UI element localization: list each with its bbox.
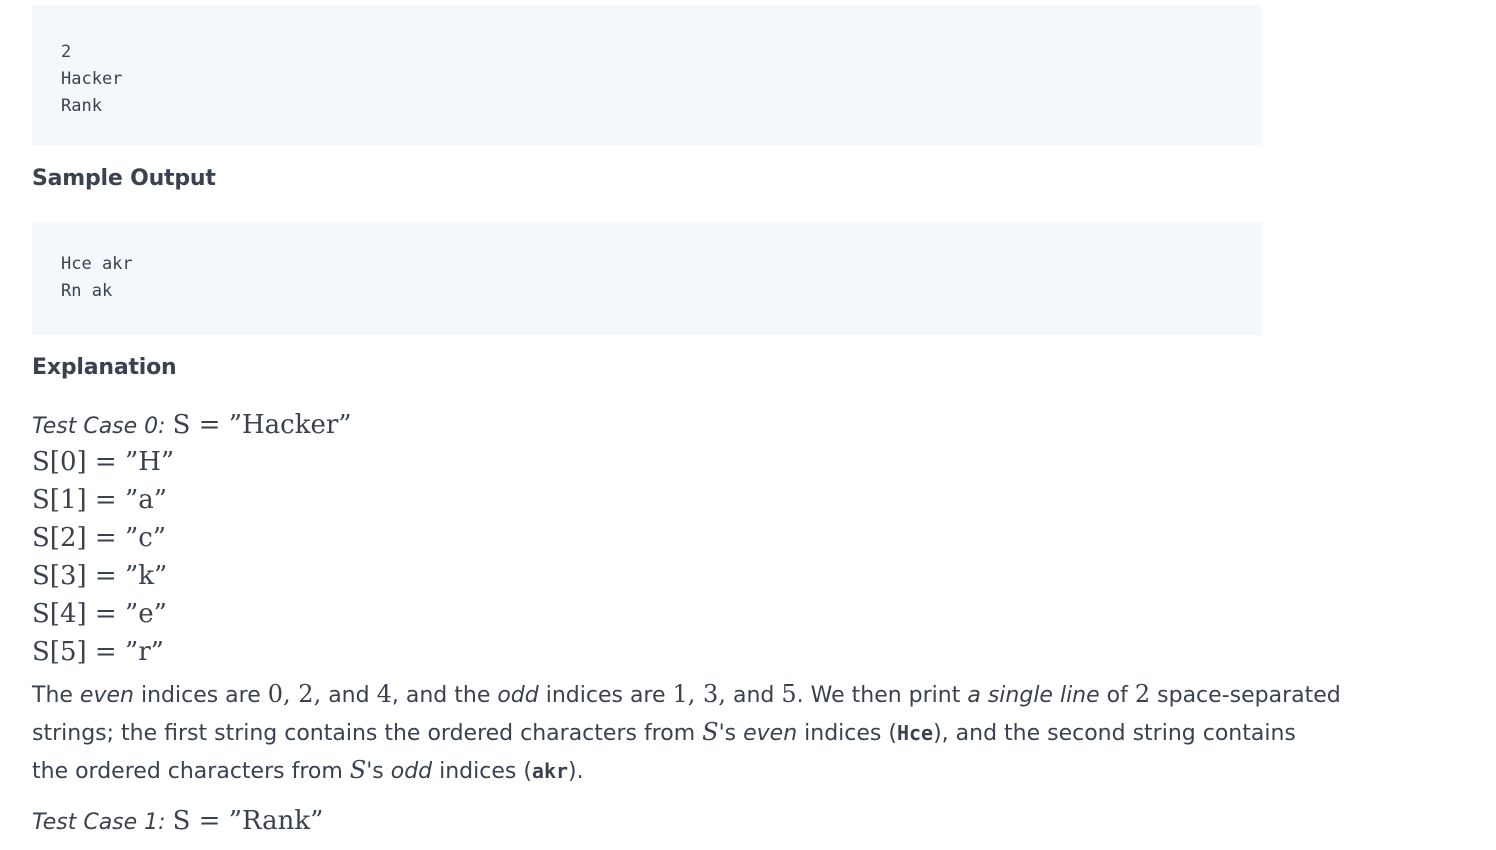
sample-output-line: Hce akr	[61, 254, 133, 274]
sample-output-block: Hce akr Rn ak	[32, 222, 1262, 335]
paragraph-line-1: The even indices are 0, 2, and 4, and th…	[32, 676, 1341, 714]
text: indices (	[797, 721, 897, 746]
math: 2	[1134, 680, 1151, 708]
text: space-separated	[1150, 683, 1341, 708]
text: 's	[718, 721, 744, 746]
index-row: S[1] = ”a”	[32, 485, 168, 515]
explanation-heading: Explanation	[32, 355, 177, 380]
math: S	[702, 718, 719, 746]
test-case-1-label: Test Case 1	[32, 810, 159, 835]
explanation-paragraph: The even indices are 0, 2, and 4, and th…	[32, 676, 1341, 790]
emphasis: even	[743, 721, 798, 746]
label-colon: :	[158, 414, 173, 439]
paragraph-line-3: the ordered characters from S's odd indi…	[32, 752, 1267, 790]
text: and	[321, 683, 377, 708]
index-row: S[5] = ”r”	[32, 637, 164, 667]
test-case-1-math: S = ”Rank”	[172, 806, 324, 836]
inline-code: akr	[531, 759, 569, 783]
text: ), and the second string contains	[933, 721, 1296, 746]
test-case-0-label: Test Case 0	[32, 414, 159, 439]
sample-input-line: 2	[61, 42, 72, 62]
index-row: S[0] = ”H”	[32, 447, 175, 477]
emphasis: odd	[497, 683, 539, 708]
test-case-0-line: Test Case 0: S = ”Hacker”	[32, 410, 352, 440]
inline-code: Hce	[896, 721, 934, 745]
sample-output-heading: Sample Output	[32, 166, 216, 191]
index-row: S[3] = ”k”	[32, 561, 168, 591]
test-case-1-line: Test Case 1: S = ”Rank”	[32, 806, 323, 836]
text: , and the	[391, 683, 498, 708]
sample-input-block: 2 Hacker Rank	[32, 5, 1262, 145]
test-case-0-math: S = ”Hacker”	[172, 410, 352, 440]
sample-input-line: Hacker	[61, 69, 123, 89]
emphasis: a single line	[967, 683, 1100, 708]
text: the ordered characters from	[32, 759, 350, 784]
sample-input-line: Rank	[61, 96, 102, 116]
index-row: S[2] = ”c”	[32, 523, 167, 553]
emphasis: even	[79, 683, 134, 708]
text: ).	[568, 759, 584, 784]
text: and	[725, 683, 782, 708]
sample-output-line: Rn ak	[61, 281, 113, 301]
math: 5	[781, 680, 797, 708]
text: indices (	[432, 759, 532, 784]
math: 1, 3,	[672, 680, 726, 708]
text: 's	[366, 759, 391, 784]
label-colon: :	[158, 810, 173, 835]
text: indices are	[133, 683, 268, 708]
text: of	[1099, 683, 1135, 708]
paragraph-line-2: strings; the first string contains the o…	[32, 714, 1296, 752]
emphasis: odd	[390, 759, 433, 784]
math: 4	[376, 680, 392, 708]
text: The	[32, 683, 80, 708]
text: indices are	[538, 683, 673, 708]
text: . We then print	[796, 683, 968, 708]
math: S	[349, 756, 367, 784]
text: strings; the first string contains the o…	[32, 721, 703, 746]
math: 0, 2,	[267, 680, 322, 708]
index-row: S[4] = ”e”	[32, 599, 167, 629]
